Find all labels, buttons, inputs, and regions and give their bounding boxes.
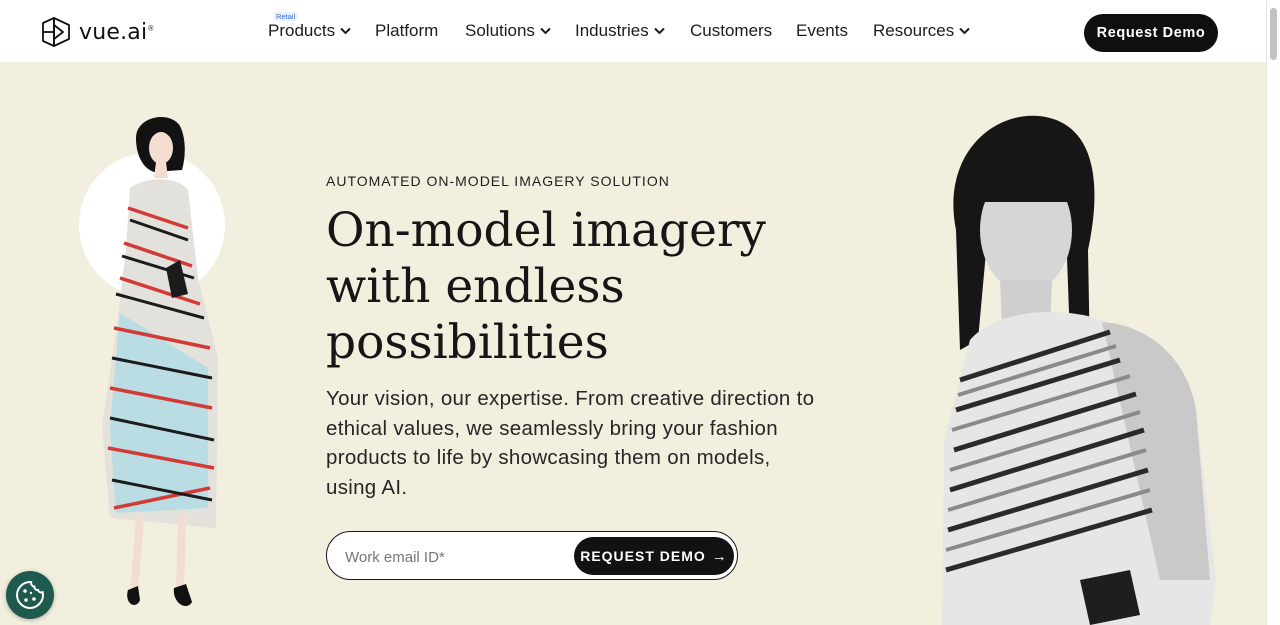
cookie-icon — [15, 580, 45, 610]
chevron-down-icon — [540, 27, 551, 35]
nav-item-products[interactable]: Products — [268, 21, 351, 41]
model-image-right — [942, 115, 1216, 625]
chevron-down-icon — [653, 27, 665, 35]
chevron-down-icon — [959, 27, 970, 35]
site-header: vue.ai® Retail Products Platform Solutio… — [0, 4, 1266, 62]
hero-eyebrow: AUTOMATED ON-MODEL IMAGERY SOLUTION — [326, 173, 670, 189]
request-demo-button[interactable]: Request Demo — [1084, 14, 1218, 52]
nav-item-label: Platform — [375, 21, 439, 40]
request-demo-submit-button[interactable]: REQUEST DEMO → — [574, 537, 734, 575]
nav-item-solutions[interactable]: Solutions — [465, 21, 551, 41]
model-image-left — [79, 116, 225, 607]
hero-subcopy: Your vision, our expertise. From creativ… — [326, 387, 815, 499]
request-demo-submit-label: REQUEST DEMO — [580, 548, 706, 564]
nav-item-label: Events — [796, 21, 848, 40]
nav-item-customers[interactable]: Customers — [690, 21, 772, 41]
nav-item-label: Resources — [873, 21, 955, 40]
vue-ai-logo-icon — [42, 17, 70, 47]
chevron-down-icon — [340, 27, 351, 35]
nav-item-label: Products — [268, 21, 336, 40]
nav-item-resources[interactable]: Resources — [873, 21, 970, 41]
work-email-input[interactable] — [343, 543, 577, 571]
retail-badge: Retail — [274, 12, 298, 21]
nav-item-label: Customers — [690, 21, 773, 40]
nav-item-platform[interactable]: Platform — [375, 21, 438, 41]
scrollbar-thumb[interactable] — [1270, 8, 1277, 60]
hero-headline: On-model imagery with endless possibilit… — [326, 203, 766, 370]
logo-link[interactable]: vue.ai® — [40, 17, 155, 47]
logo-text: vue.ai® — [79, 19, 155, 45]
nav-item-label: Solutions — [465, 21, 535, 40]
nav-item-industries[interactable]: Industries — [575, 21, 665, 41]
demo-request-form: REQUEST DEMO → — [326, 531, 738, 580]
page-scrollbar[interactable] — [1266, 0, 1280, 625]
cookie-settings-button[interactable] — [6, 571, 54, 619]
nav-item-label: Industries — [575, 21, 649, 40]
arrow-right-icon: → — [711, 547, 728, 565]
nav-item-events[interactable]: Events — [796, 21, 848, 41]
